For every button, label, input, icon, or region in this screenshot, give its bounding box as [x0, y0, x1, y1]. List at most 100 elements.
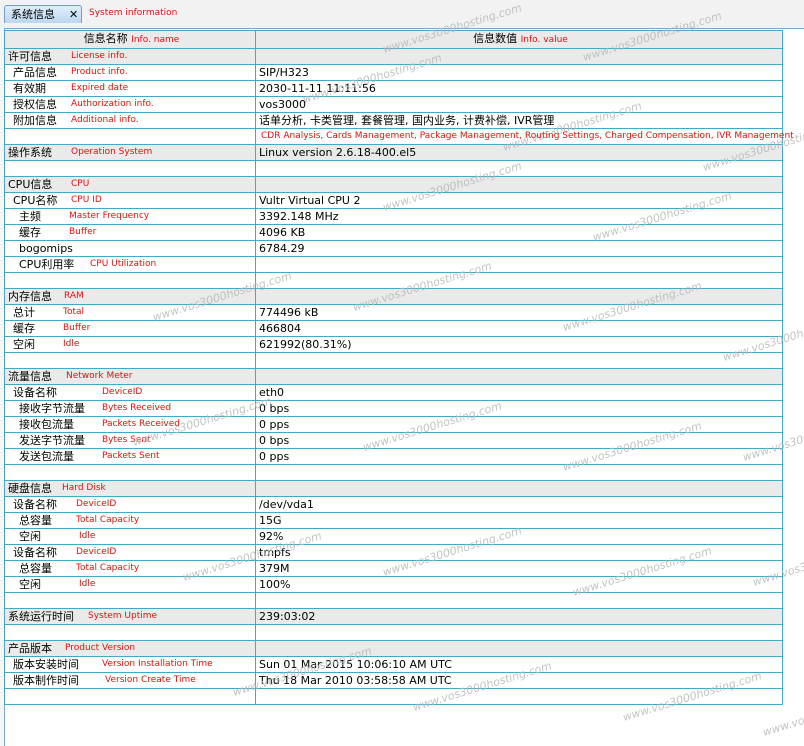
- info-name-cell: 设备名称 DeviceID: [4, 496, 256, 513]
- info-name-cell: 主频 Master Frequency: [4, 208, 256, 225]
- info-value-cell: 774496 kB: [255, 304, 783, 321]
- info-name-annotation: Bytes Received: [102, 403, 172, 413]
- info-name-annotation: RAM: [64, 291, 84, 301]
- info-value-cell: Vultr Virtual CPU 2: [255, 192, 783, 209]
- info-value: vos3000: [259, 98, 306, 111]
- info-name-cell: [4, 592, 256, 609]
- info-name-cell: 产品信息 Product info.: [4, 64, 256, 81]
- info-name: 硬盘信息: [8, 482, 52, 495]
- info-name-annotation: License info.: [71, 51, 128, 61]
- info-name-cell: 版本安装时间 Version Installation Time: [4, 656, 256, 673]
- system-info-table: 信息名称 Info. name 信息数值 Info. value 许可信息 Lic…: [4, 30, 794, 705]
- info-name-cell: 系统运行时间 System Uptime: [4, 608, 256, 625]
- info-name-annotation: Packets Sent: [102, 451, 160, 461]
- table-row: CPU利用率 CPU Utilization: [4, 256, 783, 273]
- spacer-row: [4, 272, 783, 289]
- info-value: /dev/vda1: [259, 498, 314, 511]
- info-value: 0 bps: [259, 434, 290, 447]
- table-row: 空闲 Idle 92%: [4, 528, 783, 545]
- table-row: 总计 Total 774496 kB: [4, 304, 783, 321]
- info-value: SIP/H323: [259, 66, 309, 79]
- info-value: 话单分析, 卡类管理, 套餐管理, 国内业务, 计费补偿, IVR管理: [259, 114, 555, 127]
- info-value: 92%: [259, 530, 284, 543]
- info-value-cell: [255, 288, 783, 305]
- section-row: 系统运行时间 System Uptime 239:03:02: [4, 608, 783, 625]
- info-name-annotation: Master Frequency: [69, 211, 150, 221]
- info-value: 239:03:02: [259, 610, 316, 623]
- info-name-annotation: CPU ID: [71, 195, 102, 205]
- info-value-cell: 3392.148 MHz: [255, 208, 783, 225]
- info-name-annotation: Buffer: [63, 323, 91, 333]
- info-value-cell: [255, 592, 783, 609]
- info-name: 空闲: [19, 578, 41, 591]
- info-name: 产品版本: [8, 642, 52, 655]
- info-name: 接收包流量: [19, 418, 74, 431]
- column-header-value: 信息数值 Info. value: [255, 30, 783, 49]
- info-name-annotation: Operation System: [71, 147, 153, 157]
- table-row: 授权信息 Authorization info. vos3000: [4, 96, 783, 113]
- info-name: 版本制作时间: [13, 674, 79, 687]
- info-value-cell: [255, 256, 783, 273]
- table-row: 总容量 Total Capacity 379M: [4, 560, 783, 577]
- info-name-cell: CPU名称 CPU ID: [4, 192, 256, 209]
- info-name-cell: [4, 352, 256, 369]
- info-name-cell: 接收字节流量 Bytes Received: [4, 400, 256, 417]
- table-row: 发送包流量 Packets Sent 0 pps: [4, 448, 783, 465]
- info-value: 100%: [259, 578, 291, 591]
- tab-system-information[interactable]: 系统信息 ✕: [4, 5, 82, 23]
- info-name-annotation: CPU: [71, 179, 90, 189]
- info-value-cell: [255, 640, 783, 657]
- table-row: 发送字节流量 Bytes Sent 0 bps: [4, 432, 783, 449]
- info-name: 附加信息: [13, 114, 57, 127]
- info-value: Sun 01 Mar 2015 10:06:10 AM UTC: [259, 658, 452, 671]
- info-value: 6784.29: [259, 242, 305, 255]
- info-name-cell: 版本制作时间 Version Create Time: [4, 672, 256, 689]
- info-name-cell: [4, 624, 256, 641]
- table-row: 产品信息 Product info. SIP/H323: [4, 64, 783, 81]
- info-name: 设备名称: [13, 546, 57, 559]
- table-row: 附加信息 Additional info. 话单分析, 卡类管理, 套餐管理, 国内…: [4, 112, 783, 129]
- info-name: 版本安装时间: [13, 658, 79, 671]
- info-value: 3392.148 MHz: [259, 210, 339, 223]
- info-name-cell: [4, 272, 256, 289]
- info-name-cell: 空闲 Idle: [4, 336, 256, 353]
- info-name-cell: [4, 688, 256, 705]
- table-row: bogomips 6784.29: [4, 240, 783, 257]
- info-name: 授权信息: [13, 98, 57, 111]
- info-name-annotation: Hard Disk: [62, 483, 106, 493]
- info-value-cell: Linux version 2.6.18-400.el5: [255, 144, 783, 161]
- info-name: 内存信息: [8, 290, 52, 303]
- info-value-cell: /dev/vda1: [255, 496, 783, 513]
- info-value-cell: 0 bps: [255, 432, 783, 449]
- info-name: 操作系统: [8, 146, 52, 159]
- info-value: 0 pps: [259, 450, 290, 463]
- info-value-cell: [255, 688, 783, 705]
- table-row: 有效期 Expired date 2030-11-11 11:11:56: [4, 80, 783, 97]
- info-name: 总容量: [19, 514, 52, 527]
- section-row: 内存信息 RAM: [4, 288, 783, 305]
- info-name-cell: 空闲 Idle: [4, 576, 256, 593]
- info-name-annotation: Product info.: [71, 67, 128, 77]
- info-name-annotation: Expired date: [71, 83, 129, 93]
- close-icon[interactable]: ✕: [69, 6, 78, 23]
- spacer-row: [4, 352, 783, 369]
- info-value: 0 pps: [259, 418, 290, 431]
- info-value: Linux version 2.6.18-400.el5: [259, 146, 417, 159]
- info-name: 流量信息: [8, 370, 52, 383]
- info-name-cell: bogomips: [4, 240, 256, 257]
- info-value-cell: [255, 176, 783, 193]
- info-value: 2030-11-11 11:11:56: [259, 82, 376, 95]
- info-name-cell: 授权信息 Authorization info.: [4, 96, 256, 113]
- section-row: 硬盘信息 Hard Disk: [4, 480, 783, 497]
- info-value: 0 bps: [259, 402, 290, 415]
- info-value-cell: CDR Analysis, Cards Management, Package …: [255, 128, 794, 145]
- table-row: 设备名称 DeviceID/dev/vda1: [4, 496, 783, 513]
- info-name-annotation: Bytes Sent: [102, 435, 151, 445]
- table-row: 接收字节流量 Bytes Received 0 bps: [4, 400, 783, 417]
- section-row: 流量信息 Network Meter: [4, 368, 783, 385]
- info-value-cell: 15G: [255, 512, 783, 529]
- info-name-annotation: Total Capacity: [76, 563, 140, 573]
- info-value-cell: Sun 01 Mar 2015 10:06:10 AM UTC: [255, 656, 783, 673]
- info-name-cell: 设备名称 DeviceID: [4, 544, 256, 561]
- table-row: 版本安装时间 Version Installation Time Sun 01 Ma…: [4, 656, 783, 673]
